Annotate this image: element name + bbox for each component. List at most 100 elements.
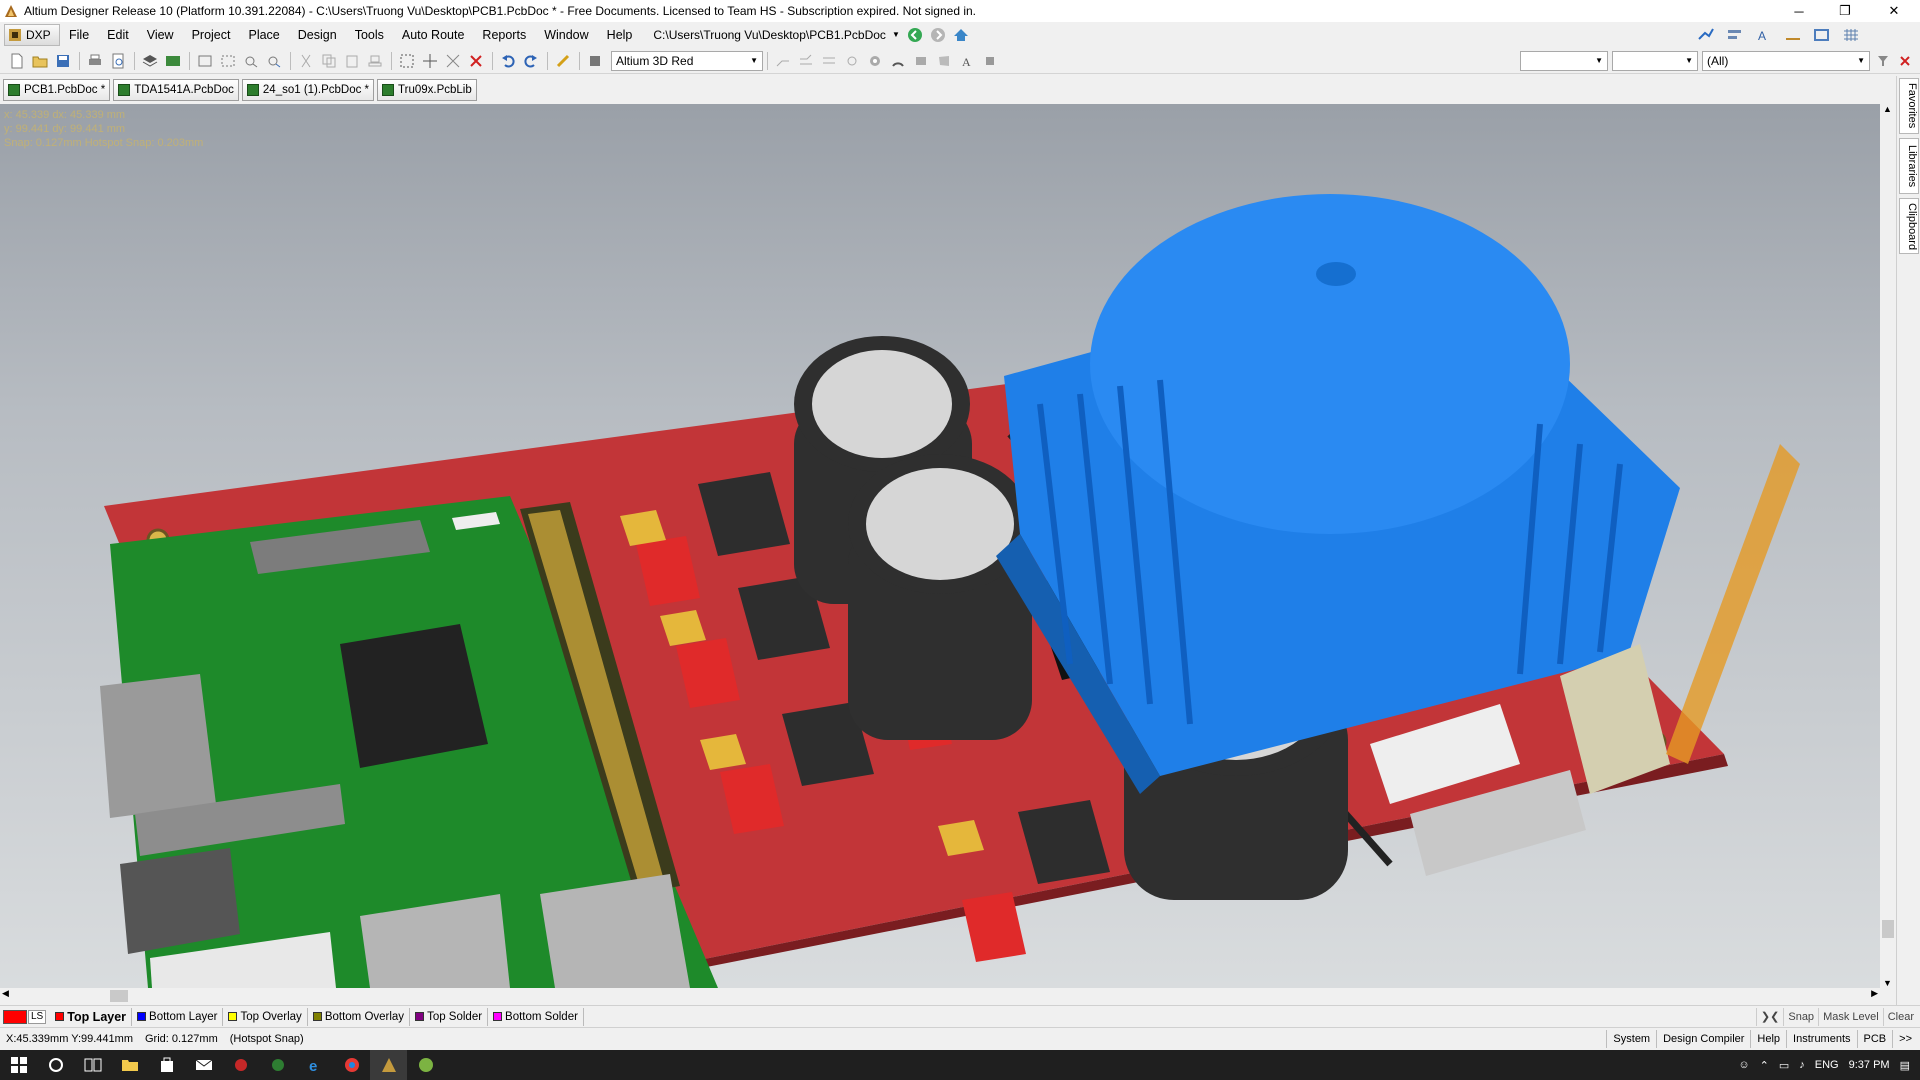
component-icon[interactable] (979, 50, 1001, 72)
diff-pair-icon[interactable] (818, 50, 840, 72)
layer-tab-bottom-layer[interactable]: Bottom Layer (132, 1007, 224, 1026)
vertical-scrollbar[interactable]: ▲ ▼ (1880, 104, 1896, 988)
place-text-icon[interactable]: A (1753, 24, 1775, 46)
panel-button-help[interactable]: Help (1750, 1030, 1786, 1048)
view-configuration-select[interactable]: Altium 3D Red ▼ (611, 50, 763, 71)
file-explorer-icon[interactable] (111, 1050, 148, 1080)
menu-window[interactable]: Window (535, 24, 597, 46)
mask-level-button[interactable]: Mask Level (1818, 1008, 1883, 1026)
zoom-selected-icon[interactable] (240, 50, 262, 72)
panel-button-design-compiler[interactable]: Design Compiler (1656, 1030, 1750, 1048)
scroll-down-icon[interactable]: ▼ (1883, 978, 1892, 988)
redo-icon[interactable] (520, 50, 542, 72)
fill-icon[interactable] (910, 50, 932, 72)
panel-button-system[interactable]: System (1606, 1030, 1656, 1048)
move-icon[interactable] (419, 50, 441, 72)
menu-place[interactable]: Place (239, 24, 288, 46)
layer-tab-top-solder[interactable]: Top Solder (410, 1007, 489, 1026)
mail-icon[interactable] (185, 1050, 222, 1080)
room-icon[interactable] (1811, 24, 1833, 46)
apply-filter-icon[interactable] (1872, 50, 1894, 72)
panel-button-instruments[interactable]: Instruments (1786, 1030, 1856, 1048)
edge-icon[interactable]: e (296, 1050, 333, 1080)
pick-icon[interactable] (1695, 24, 1717, 46)
document-tab[interactable]: 24_so1 (1).PcbDoc * (241, 78, 375, 101)
clear-button[interactable]: Clear (1882, 1008, 1918, 1026)
zoom-filtered-icon[interactable] (263, 50, 285, 72)
pcb-3d-viewport[interactable]: x: 45.339 dx: 45.339 mm y: 99.441 dy: 99… (0, 104, 1880, 988)
clipboard-tab[interactable]: Clipboard (1899, 198, 1919, 254)
chevron-up-icon[interactable]: ⌃ (1760, 1059, 1769, 1072)
chrome-icon[interactable] (333, 1050, 370, 1080)
filter-combo-1[interactable]: ▼ (1520, 50, 1608, 71)
copy-icon[interactable] (318, 50, 340, 72)
grid-icon[interactable] (1840, 24, 1862, 46)
dxp-menu-button[interactable]: DXP (4, 24, 60, 46)
scroll-left-icon[interactable]: ◀ (2, 988, 9, 999)
place-via-icon[interactable] (864, 50, 886, 72)
menu-auto-route[interactable]: Auto Route (393, 24, 474, 46)
menu-tools[interactable]: Tools (346, 24, 393, 46)
layer-tab-top-layer[interactable]: Top Layer (50, 1007, 133, 1026)
menu-design[interactable]: Design (289, 24, 346, 46)
notifications-icon[interactable]: ▤ (1900, 1059, 1910, 1072)
zoom-area-icon[interactable] (217, 50, 239, 72)
arc-icon[interactable] (887, 50, 909, 72)
align-icon[interactable] (1724, 24, 1746, 46)
windows-start-icon[interactable] (0, 1050, 37, 1080)
menu-file[interactable]: File (60, 24, 98, 46)
scroll-thumb[interactable] (110, 990, 128, 1002)
layer-tab-bottom-overlay[interactable]: Bottom Overlay (308, 1007, 411, 1026)
document-tab[interactable]: TDA1541A.PcbDoc (113, 78, 239, 101)
layer-set-button[interactable]: LS (28, 1009, 47, 1024)
select-area-icon[interactable] (396, 50, 418, 72)
undo-icon[interactable] (497, 50, 519, 72)
interactive-routing-icon[interactable] (772, 50, 794, 72)
clear-filter-icon[interactable] (1894, 50, 1916, 72)
paste-icon[interactable] (341, 50, 363, 72)
menu-view[interactable]: View (138, 24, 183, 46)
new-icon[interactable] (6, 50, 28, 72)
document-tab[interactable]: Tru09x.PcbLib (377, 78, 477, 101)
place-line-icon[interactable] (1782, 24, 1804, 46)
volume-icon[interactable]: ♪ (1799, 1059, 1805, 1071)
rubber-stamp-icon[interactable] (364, 50, 386, 72)
network-icon[interactable]: ▭ (1779, 1059, 1789, 1072)
people-icon[interactable]: ☺ (1738, 1059, 1749, 1071)
cross-probe-icon[interactable] (552, 50, 574, 72)
clear-filter-icon[interactable] (465, 50, 487, 72)
place-pad-icon[interactable] (841, 50, 863, 72)
forward-icon[interactable] (927, 24, 949, 46)
browse-component-icon[interactable] (584, 50, 606, 72)
print-preview-icon[interactable] (107, 50, 129, 72)
layers-icon[interactable] (139, 50, 161, 72)
panel-button-pcb[interactable]: PCB (1856, 1030, 1893, 1048)
home-icon[interactable] (950, 24, 972, 46)
snap-button[interactable]: Snap (1783, 1008, 1818, 1026)
store-icon[interactable] (148, 1050, 185, 1080)
scroll-up-icon[interactable]: ▲ (1883, 104, 1892, 114)
clock[interactable]: 9:37 PM (1849, 1059, 1890, 1071)
filter-combo-2[interactable]: ▼ (1612, 50, 1698, 71)
menu-reports[interactable]: Reports (473, 24, 535, 46)
document-tab[interactable]: PCB1.PcbDoc * (3, 78, 111, 101)
language-indicator[interactable]: ENG (1815, 1059, 1839, 1071)
print-icon[interactable] (84, 50, 106, 72)
scroll-thumb[interactable] (1882, 920, 1894, 938)
menu-edit[interactable]: Edit (98, 24, 138, 46)
layer-arrows-icon[interactable]: ❯❮ (1755, 1008, 1783, 1026)
task-view-icon[interactable] (74, 1050, 111, 1080)
route-multiple-icon[interactable] (795, 50, 817, 72)
menu-help[interactable]: Help (598, 24, 642, 46)
scroll-right-icon[interactable]: ▶ (1871, 988, 1878, 999)
altium-taskbar-icon[interactable] (370, 1050, 407, 1080)
maximize-button[interactable]: ❐ (1822, 0, 1868, 22)
search-icon[interactable] (37, 1050, 74, 1080)
board-icon[interactable] (162, 50, 184, 72)
layer-tab-top-overlay[interactable]: Top Overlay (223, 1007, 308, 1026)
string-icon[interactable]: A (956, 50, 978, 72)
app-shield-icon[interactable] (407, 1050, 444, 1080)
deselect-icon[interactable] (442, 50, 464, 72)
layer-tab-bottom-solder[interactable]: Bottom Solder (488, 1007, 584, 1026)
app-green-icon[interactable] (259, 1050, 296, 1080)
